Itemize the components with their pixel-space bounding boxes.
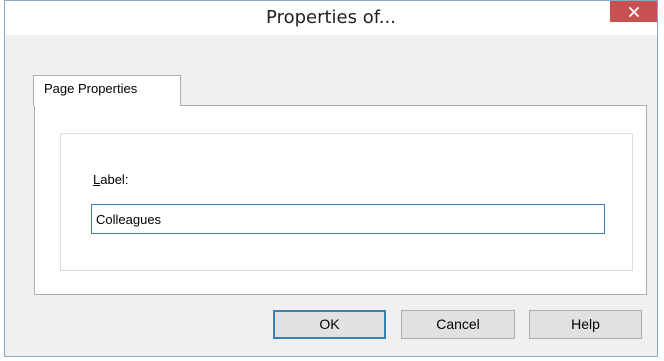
label-field-caption: Label:	[93, 172, 128, 187]
label-caption-rest: abel:	[100, 172, 129, 187]
properties-dialog: Properties of... Page Properties Label: …	[4, 0, 658, 357]
label-input[interactable]	[91, 204, 605, 234]
help-button[interactable]: Help	[529, 310, 642, 339]
dialog-title: Properties of...	[266, 7, 396, 28]
cancel-button[interactable]: Cancel	[401, 310, 515, 339]
ok-button[interactable]: OK	[273, 310, 386, 339]
close-icon	[628, 6, 639, 17]
tab-label: Page Properties	[44, 81, 138, 96]
label-group-box	[60, 133, 633, 271]
close-button[interactable]	[610, 1, 657, 22]
tab-panel-page-properties: Label:	[34, 105, 647, 295]
tab-page-properties[interactable]: Page Properties	[33, 75, 181, 106]
title-bar[interactable]: Properties of...	[5, 1, 657, 35]
